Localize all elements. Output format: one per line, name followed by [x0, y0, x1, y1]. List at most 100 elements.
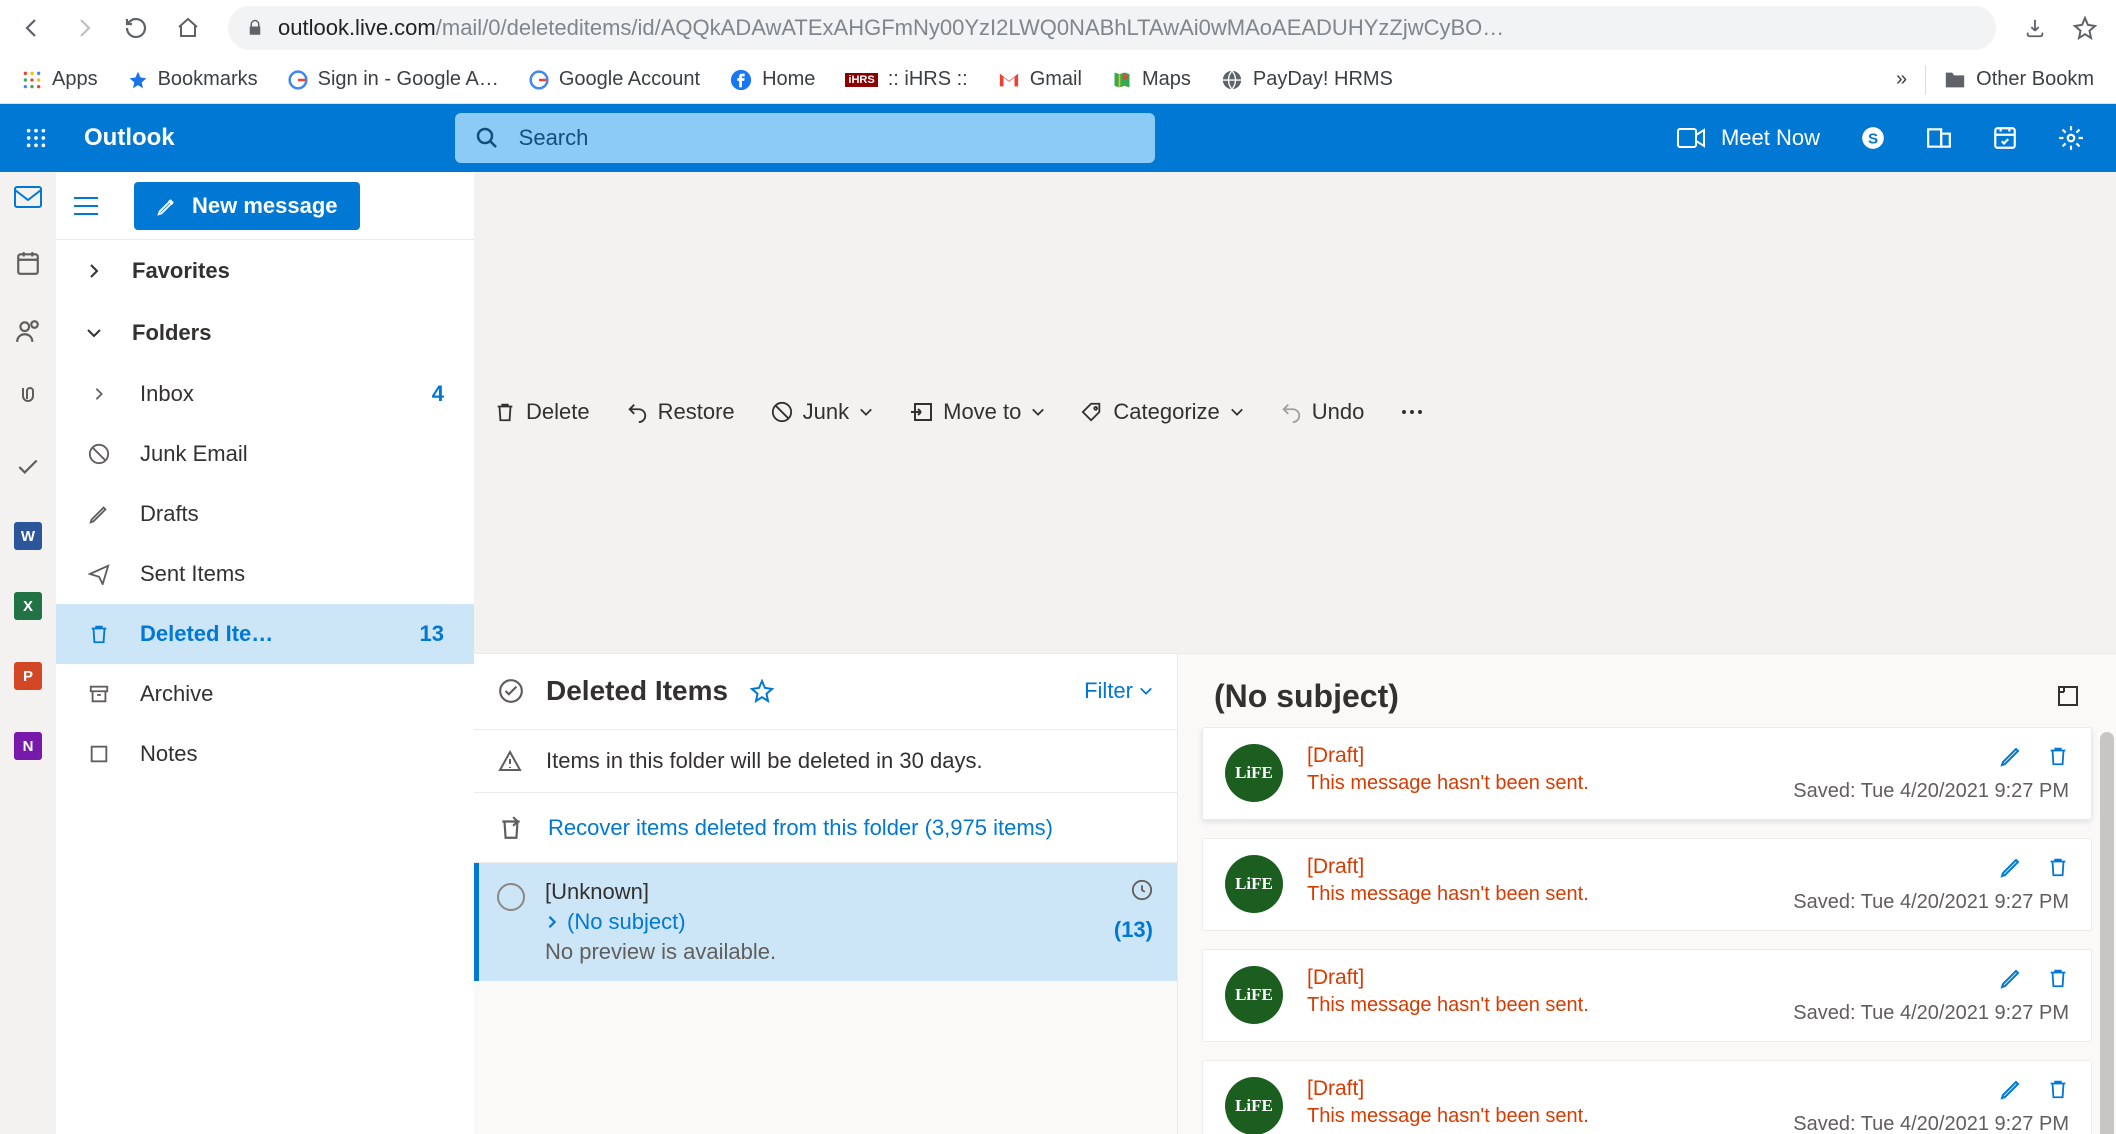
- edit-icon[interactable]: [1999, 1077, 2023, 1101]
- favorite-star-icon[interactable]: [750, 679, 774, 703]
- more-commands[interactable]: [1400, 408, 1424, 416]
- edit-icon[interactable]: [1999, 744, 2023, 768]
- not-sent-warning: This message hasn't been sent.: [1307, 883, 1589, 906]
- forward-button[interactable]: [62, 6, 106, 50]
- message-item-selected[interactable]: [Unknown] (No subject) No preview is ava…: [474, 863, 1177, 981]
- avatar: LiFE: [1225, 744, 1283, 802]
- mail-module-icon[interactable]: [14, 186, 42, 208]
- edit-icon[interactable]: [1999, 855, 2023, 879]
- ihrs-icon: iHRS: [845, 73, 877, 87]
- bookmark-maps[interactable]: Maps: [1100, 62, 1203, 97]
- delete-icon[interactable]: [2047, 1077, 2069, 1101]
- favorites-section[interactable]: Favorites: [56, 240, 474, 302]
- apps-button[interactable]: Apps: [10, 62, 110, 97]
- meet-now-button[interactable]: Meet Now: [1677, 125, 1820, 151]
- people-module-icon[interactable]: [15, 318, 41, 344]
- reading-pane: (No subject) LiFE [Draft] This message h…: [1178, 654, 2116, 1134]
- nav-toggle-button[interactable]: [74, 196, 98, 216]
- folder-inbox[interactable]: Inbox 4: [56, 364, 474, 424]
- restore-command[interactable]: Restore: [626, 399, 735, 425]
- select-all-icon[interactable]: [498, 678, 524, 704]
- note-icon: [88, 743, 110, 765]
- skype-icon[interactable]: S: [1860, 125, 1886, 151]
- maps-icon: [1112, 70, 1132, 90]
- apps-label: Apps: [52, 68, 98, 91]
- categorize-command[interactable]: Categorize: [1081, 399, 1243, 425]
- conversation-item[interactable]: LiFE [Draft] This message hasn't been se…: [1202, 949, 2092, 1042]
- reload-button[interactable]: [114, 6, 158, 50]
- bookmark-gmail[interactable]: Gmail: [986, 62, 1094, 97]
- onenote-icon[interactable]: N: [14, 732, 42, 760]
- folder-deleted[interactable]: Deleted Ite… 13: [56, 604, 474, 664]
- bookmarks-overflow[interactable]: »: [1884, 62, 1919, 97]
- folder-drafts[interactable]: Drafts: [56, 484, 474, 544]
- folder-archive[interactable]: Archive: [56, 664, 474, 724]
- bookmark-star-button[interactable]: [2064, 7, 2106, 49]
- delete-command[interactable]: Delete: [494, 399, 590, 425]
- star-icon: [128, 70, 148, 90]
- todo-icon[interactable]: [1992, 125, 2018, 151]
- powerpoint-icon[interactable]: P: [14, 662, 42, 690]
- search-box[interactable]: [455, 113, 1155, 163]
- bookmark-ihrs[interactable]: iHRS :: iHRS ::: [833, 62, 979, 97]
- delete-icon[interactable]: [2047, 744, 2069, 768]
- conversation-count: (13): [1114, 917, 1153, 943]
- conversation-item[interactable]: LiFE [Draft] This message hasn't been se…: [1202, 727, 2092, 820]
- folder-sent[interactable]: Sent Items: [56, 544, 474, 604]
- excel-icon[interactable]: X: [14, 592, 42, 620]
- settings-icon[interactable]: [2058, 125, 2084, 151]
- word-icon[interactable]: W: [14, 522, 42, 550]
- bookmark-google-account[interactable]: Google Account: [517, 62, 712, 97]
- bookmark-bookmarks[interactable]: Bookmarks: [116, 62, 270, 97]
- bookmark-home[interactable]: Home: [718, 62, 827, 97]
- select-circle[interactable]: [497, 883, 525, 911]
- app-launcher[interactable]: [12, 114, 60, 162]
- globe-icon: [1221, 69, 1243, 91]
- chevron-down-icon: [86, 325, 102, 341]
- list-title: Deleted Items: [546, 675, 728, 707]
- apps-grid-icon: [22, 70, 42, 90]
- recover-link-row[interactable]: Recover items deleted from this folder (…: [474, 793, 1177, 863]
- compose-icon: [156, 195, 178, 217]
- delete-icon[interactable]: [2047, 966, 2069, 990]
- avatar: LiFE: [1225, 966, 1283, 1024]
- undo-command[interactable]: Undo: [1280, 399, 1365, 425]
- bookmark-payday[interactable]: PayDay! HRMS: [1209, 62, 1405, 97]
- files-module-icon[interactable]: [17, 386, 39, 412]
- folder-junk[interactable]: Junk Email: [56, 424, 474, 484]
- folders-section[interactable]: Folders: [56, 302, 474, 364]
- other-bookmarks[interactable]: Other Bookm: [1932, 62, 2106, 97]
- saved-date: Saved: Tue 4/20/2021 9:27 PM: [1793, 1002, 2069, 1025]
- folder-notes[interactable]: Notes: [56, 724, 474, 784]
- filter-button[interactable]: Filter: [1084, 678, 1153, 704]
- google-g-icon: [529, 70, 549, 90]
- conversation-item[interactable]: LiFE [Draft] This message hasn't been se…: [1202, 838, 2092, 931]
- browser-navbar: outlook.live.com/mail/0/deleteditems/id/…: [0, 0, 2116, 56]
- scrollbar-thumb[interactable]: [2100, 732, 2114, 1134]
- move-command[interactable]: Move to: [909, 399, 1045, 425]
- home-button[interactable]: [166, 6, 210, 50]
- edit-icon[interactable]: [1999, 966, 2023, 990]
- block-icon: [88, 443, 110, 465]
- trash-icon: [88, 623, 110, 645]
- calendar-module-icon[interactable]: [15, 250, 41, 276]
- saved-date: Saved: Tue 4/20/2021 9:27 PM: [1793, 891, 2069, 914]
- todo-module-icon[interactable]: [15, 454, 41, 480]
- saved-date: Saved: Tue 4/20/2021 9:27 PM: [1793, 780, 2069, 803]
- bookmark-signin[interactable]: Sign in - Google A…: [276, 62, 511, 97]
- conversation-item[interactable]: LiFE [Draft] This message hasn't been se…: [1202, 1060, 2092, 1134]
- new-message-button[interactable]: New message: [134, 182, 360, 230]
- expand-button[interactable]: [2056, 684, 2080, 708]
- recover-icon: [498, 815, 524, 841]
- back-button[interactable]: [10, 6, 54, 50]
- install-button[interactable]: [2014, 7, 2056, 49]
- brand-label[interactable]: Outlook: [84, 124, 175, 152]
- junk-command[interactable]: Junk: [771, 399, 873, 425]
- teams-icon[interactable]: [1926, 125, 1952, 151]
- chevron-right-icon[interactable]: [545, 915, 559, 929]
- draft-tag: [Draft]: [1307, 744, 1589, 768]
- address-bar[interactable]: outlook.live.com/mail/0/deleteditems/id/…: [228, 6, 1996, 50]
- delete-icon[interactable]: [2047, 855, 2069, 879]
- saved-date: Saved: Tue 4/20/2021 9:27 PM: [1793, 1113, 2069, 1134]
- search-input[interactable]: [519, 125, 1135, 151]
